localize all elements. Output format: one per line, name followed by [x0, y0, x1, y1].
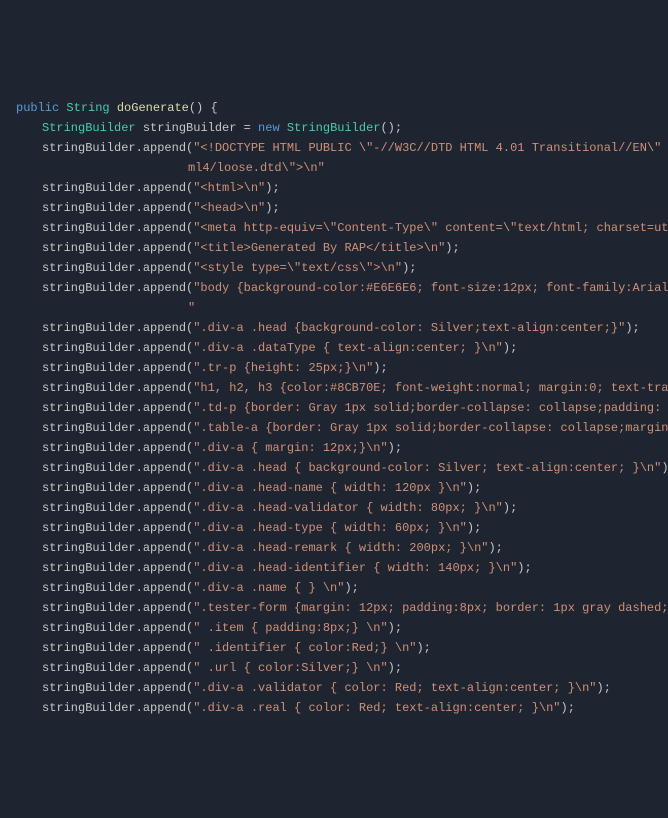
code-line: stringBuilder.append(".div-a .dataType {…	[8, 338, 660, 358]
code-line: stringBuilder.append(".div-a .head-ident…	[8, 558, 660, 578]
code-line: public String doGenerate() {	[8, 98, 660, 118]
code-line: stringBuilder.append(".div-a .head-valid…	[8, 498, 660, 518]
code-line: StringBuilder stringBuilder = new String…	[8, 118, 660, 138]
code-line: stringBuilder.append(" .item { padding:8…	[8, 618, 660, 638]
code-line: stringBuilder.append("<title>Generated B…	[8, 238, 660, 258]
code-line: stringBuilder.append("<!DOCTYPE HTML PUB…	[8, 138, 660, 158]
code-line: stringBuilder.append("h1, h2, h3 {color:…	[8, 378, 660, 398]
code-line: stringBuilder.append(".div-a .validator …	[8, 678, 660, 698]
code-line: "	[8, 298, 660, 318]
code-line: stringBuilder.append(".div-a .head-type …	[8, 518, 660, 538]
code-line: stringBuilder.append(".tester-form {marg…	[8, 598, 660, 618]
code-line: stringBuilder.append(".div-a { margin: 1…	[8, 438, 660, 458]
code-line: stringBuilder.append("body {background-c…	[8, 278, 660, 298]
code-line: stringBuilder.append(" .url { color:Silv…	[8, 658, 660, 678]
code-line: stringBuilder.append(".div-a .head {back…	[8, 318, 660, 338]
code-line: stringBuilder.append(".table-a {border: …	[8, 418, 660, 438]
code-line: stringBuilder.append(".td-p {border: Gra…	[8, 398, 660, 418]
code-line: stringBuilder.append(".div-a .name { } \…	[8, 578, 660, 598]
code-line: stringBuilder.append(".tr-p {height: 25p…	[8, 358, 660, 378]
code-line: stringBuilder.append("<meta http-equiv=\…	[8, 218, 660, 238]
code-line: stringBuilder.append(".div-a .head-remar…	[8, 538, 660, 558]
code-line: stringBuilder.append("<html>\n");	[8, 178, 660, 198]
code-line: ml4/loose.dtd\">\n"	[8, 158, 660, 178]
code-line: stringBuilder.append(".div-a .head { bac…	[8, 458, 660, 478]
code-line: stringBuilder.append("<style type=\"text…	[8, 258, 660, 278]
code-editor-content: public String doGenerate() {StringBuilde…	[8, 98, 660, 718]
code-line: stringBuilder.append(" .identifier { col…	[8, 638, 660, 658]
code-line: stringBuilder.append(".div-a .real { col…	[8, 698, 660, 718]
code-line: stringBuilder.append("<head>\n");	[8, 198, 660, 218]
code-line: stringBuilder.append(".div-a .head-name …	[8, 478, 660, 498]
